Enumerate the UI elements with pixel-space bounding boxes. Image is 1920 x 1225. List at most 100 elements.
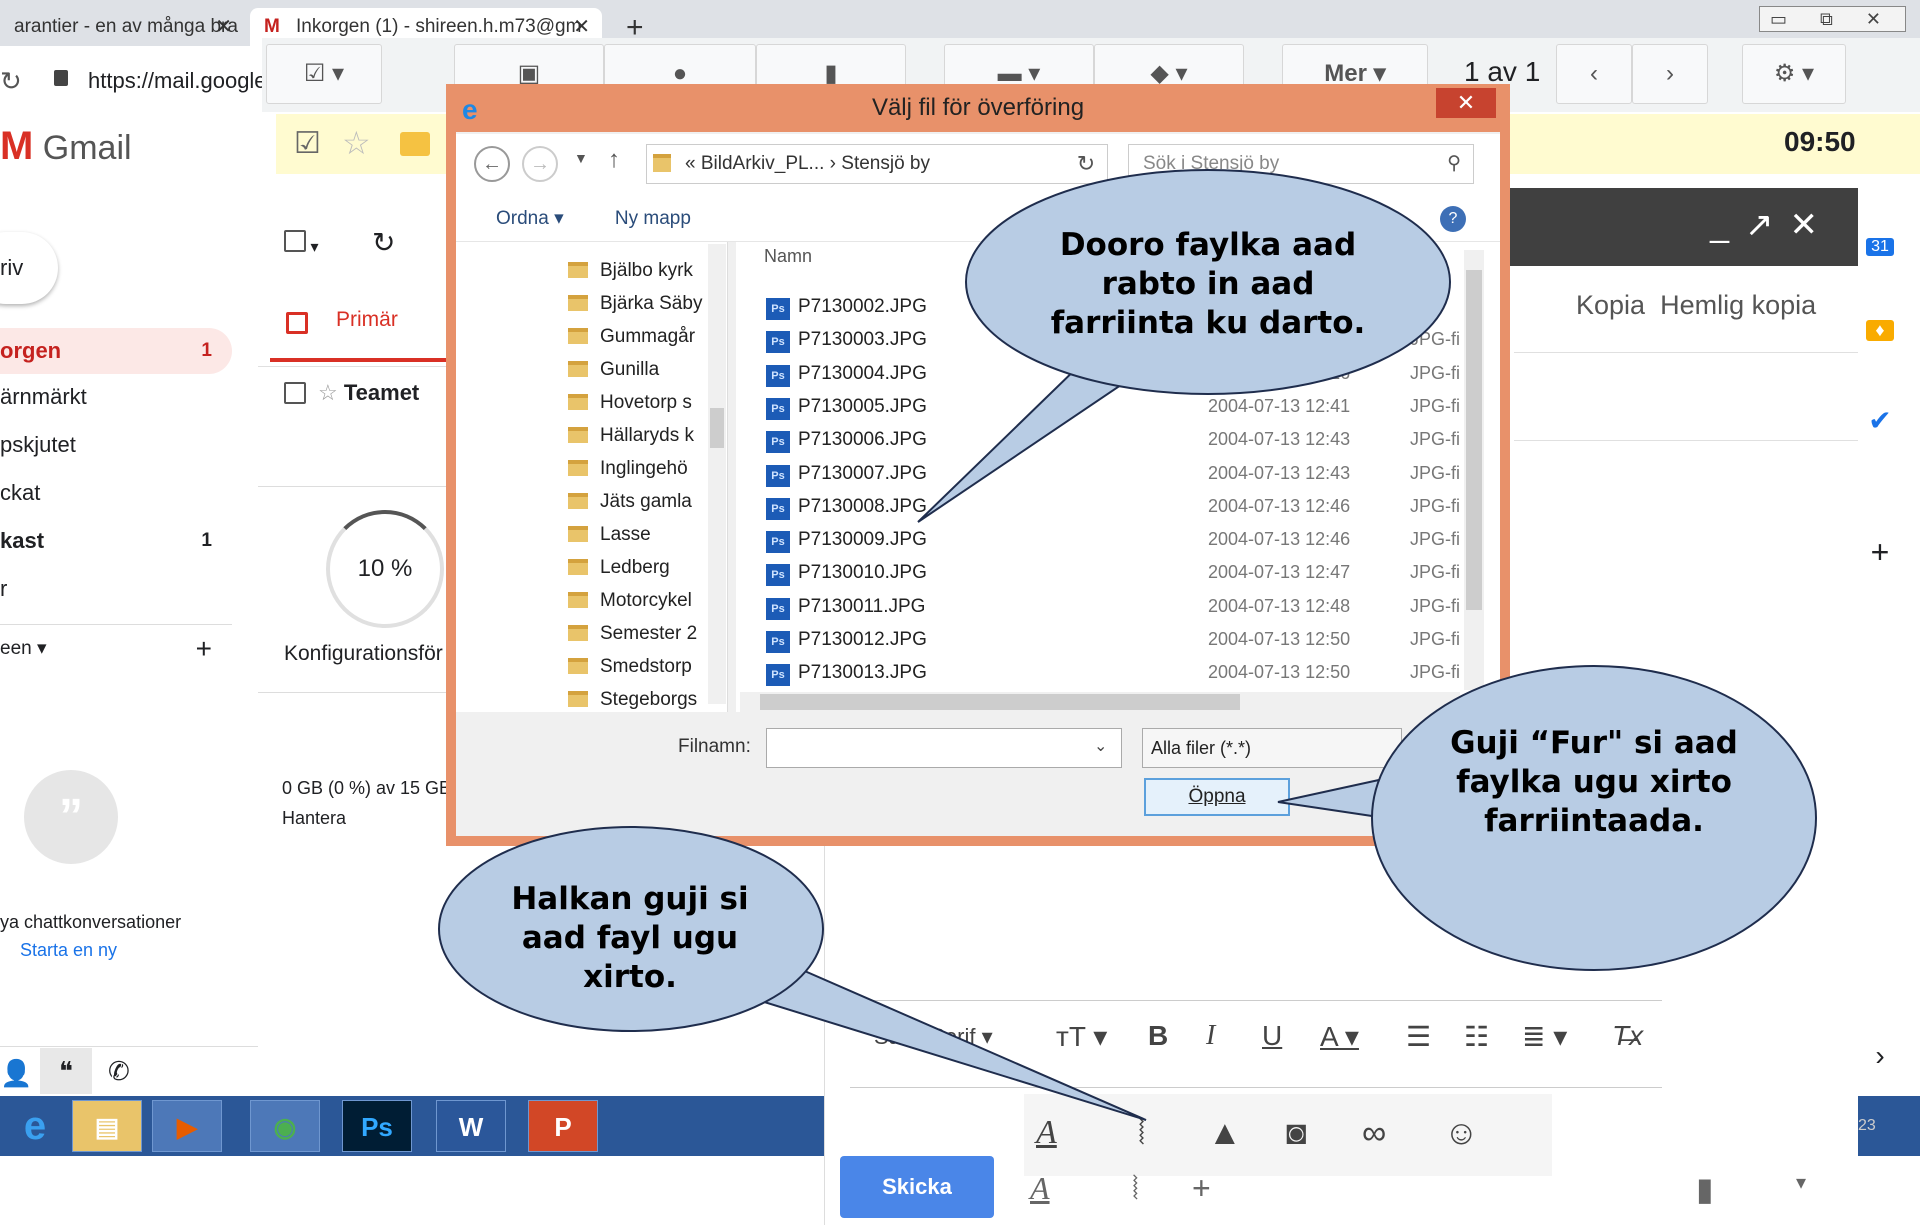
more-options-chevron-icon[interactable]: ▾ [1796, 1170, 1806, 1195]
settings-gear-icon[interactable]: ⚙ ▾ [1742, 44, 1846, 104]
folder-item[interactable]: Inglingehö [568, 452, 720, 485]
prev-page-icon[interactable]: ‹ [1556, 44, 1632, 104]
expand-panel-icon[interactable]: › [1866, 1040, 1894, 1072]
folder-item[interactable]: Jäts gamla [568, 485, 720, 518]
manage-link[interactable]: Hantera [282, 808, 346, 829]
send-button[interactable]: Skicka [840, 1156, 994, 1218]
select-all-button[interactable]: ☑ ▾ [266, 44, 382, 104]
file-item[interactable]: Ps P7130005.JPG [766, 390, 927, 423]
sidebar-item-inbox[interactable]: orgen 1 [0, 328, 232, 374]
file-item[interactable]: Ps P7130007.JPG [766, 457, 927, 490]
file-item[interactable]: Ps P7130013.JPG [766, 656, 927, 689]
file-item[interactable]: Ps P7130002.JPG [766, 290, 927, 323]
photo-icon[interactable]: ◙ [1286, 1114, 1307, 1153]
star-icon[interactable]: ☆ [318, 380, 338, 405]
file-hscroll-thumb[interactable] [760, 694, 1240, 710]
phone-icon[interactable]: ✆ [108, 1056, 130, 1087]
folder-item[interactable]: Motorcykel [568, 584, 720, 617]
chevron-down-icon[interactable]: ⌄ [1094, 736, 1107, 756]
help-icon[interactable]: ? [1440, 206, 1466, 232]
folder-item[interactable]: Stegeborgs [568, 683, 720, 716]
file-type-filter[interactable]: Alla filer (*.*) [1142, 728, 1402, 768]
folder-scrollbar[interactable] [708, 244, 726, 704]
folder-item[interactable]: Smedstorp [568, 650, 720, 683]
label-tag-icon[interactable] [400, 132, 430, 156]
more-options-icon[interactable]: + [1192, 1170, 1211, 1207]
gmail-logo[interactable]: M Gmail [0, 124, 132, 169]
file-scroll-thumb[interactable] [1466, 270, 1482, 610]
folder-item[interactable]: Hällaryds k [568, 419, 720, 452]
underline-icon[interactable]: U [1262, 1020, 1282, 1052]
media-taskbar-icon[interactable]: ▶ [152, 1100, 222, 1152]
browser-tab-1[interactable]: arantier - en av många bra ✕ [0, 8, 244, 46]
format-text-icon[interactable]: A [1030, 1170, 1050, 1207]
contacts-icon[interactable]: 👤 [0, 1058, 32, 1089]
file-item[interactable]: Ps P7130010.JPG [766, 556, 927, 589]
file-item[interactable]: Ps P7130012.JPG [766, 623, 927, 656]
chrome-taskbar-icon[interactable]: ◉ [250, 1100, 320, 1152]
star-icon[interactable]: ☆ [342, 124, 371, 162]
file-item[interactable]: Ps P7130011.JPG [766, 590, 925, 623]
cc-link[interactable]: Kopia [1576, 290, 1645, 320]
bold-icon[interactable]: B [1148, 1020, 1168, 1052]
add-icon[interactable]: + [196, 626, 212, 672]
keep-icon[interactable]: ♦ [1866, 320, 1894, 341]
folder-item[interactable]: Hovetorp s [568, 386, 720, 419]
forward-icon[interactable]: → [522, 146, 558, 182]
align-icon[interactable]: ≣ ▾ [1522, 1020, 1567, 1053]
bcc-link[interactable]: Hemlig kopia [1660, 290, 1816, 320]
up-folder-icon[interactable]: ↑ [608, 146, 620, 174]
clear-format-icon[interactable]: T̶x [1612, 1020, 1643, 1052]
add-addon-icon[interactable]: + [1866, 534, 1894, 571]
organize-button[interactable]: Ordna ▾ [496, 208, 564, 229]
row-checkbox[interactable] [284, 382, 306, 404]
link-icon[interactable]: ∞ [1362, 1114, 1386, 1153]
close-icon[interactable]: ✕ [215, 8, 232, 46]
bulleted-list-icon[interactable]: ☷ [1464, 1020, 1489, 1053]
checkbox-icon[interactable]: ☑ [294, 126, 321, 161]
emoji-icon[interactable]: ☺ [1444, 1114, 1479, 1153]
column-header-name[interactable]: Namn [764, 246, 812, 267]
word-taskbar-icon[interactable]: W [436, 1100, 506, 1152]
font-select[interactable]: Sans Serif ▾ [874, 1024, 993, 1050]
folder-item[interactable]: Bjälbo kyrk [568, 254, 720, 287]
new-folder-button[interactable]: Ny mapp [615, 208, 691, 229]
powerpoint-taskbar-icon[interactable]: P [528, 1100, 598, 1152]
hangouts-user[interactable]: een ▾ + [0, 626, 232, 672]
folder-item[interactable]: Semester 2 [568, 617, 720, 650]
hangouts-icon[interactable]: ❝ [40, 1048, 92, 1094]
explorer-taskbar-icon[interactable]: ▤ [72, 1100, 142, 1152]
file-item[interactable]: Ps P7130009.JPG [766, 523, 927, 556]
mail-row[interactable]: ☆ Teamet [258, 366, 448, 420]
format-text-icon[interactable]: A [1036, 1114, 1057, 1152]
attach-file-icon[interactable]: ⦚ [1138, 1114, 1145, 1153]
expand-icon[interactable]: ↗ [1745, 206, 1790, 244]
window-controls[interactable]: ▭ ⧉ ✕ [1759, 6, 1906, 32]
back-icon[interactable]: ← [474, 146, 510, 182]
file-item[interactable]: Ps P7130006.JPG [766, 423, 927, 456]
dialog-search-input[interactable]: Sök i Stensjö by ⚲ [1128, 144, 1474, 184]
file-item[interactable]: Ps P7130003.JPG [766, 323, 927, 356]
text-color-icon[interactable]: A ▾ [1320, 1020, 1359, 1053]
sidebar-item-snoozed[interactable]: pskjutet [0, 422, 232, 468]
attach-file-icon[interactable]: ⦚ [1132, 1170, 1139, 1208]
italic-icon[interactable]: I [1206, 1020, 1215, 1052]
discard-draft-icon[interactable]: ▮ [1696, 1170, 1714, 1208]
compose-button[interactable]: riv [0, 232, 58, 304]
refresh-icon[interactable]: ↻ [372, 226, 395, 259]
folder-item[interactable]: Lasse [568, 518, 720, 551]
breadcrumb[interactable]: « BildArkiv_PL... › Stensjö by [646, 144, 1108, 184]
ie-taskbar-icon[interactable]: e [0, 1100, 70, 1152]
calendar-icon[interactable]: 31 [1866, 238, 1894, 256]
next-page-icon[interactable]: › [1632, 44, 1708, 104]
url-text[interactable]: https://mail.google [88, 68, 267, 94]
folder-item[interactable]: Ledberg [568, 551, 720, 584]
reload-icon[interactable]: ↻ [0, 66, 22, 97]
font-size-icon[interactable]: тT ▾ [1056, 1020, 1107, 1053]
folder-scroll-thumb[interactable] [710, 408, 724, 448]
tasks-icon[interactable]: ✔ [1866, 404, 1894, 437]
select-checkbox[interactable]: ▾ [284, 230, 318, 257]
sidebar-item-sent[interactable]: ckat [0, 470, 232, 516]
open-button[interactable]: Öppna [1144, 778, 1290, 816]
folder-item[interactable]: Gunilla [568, 353, 720, 386]
